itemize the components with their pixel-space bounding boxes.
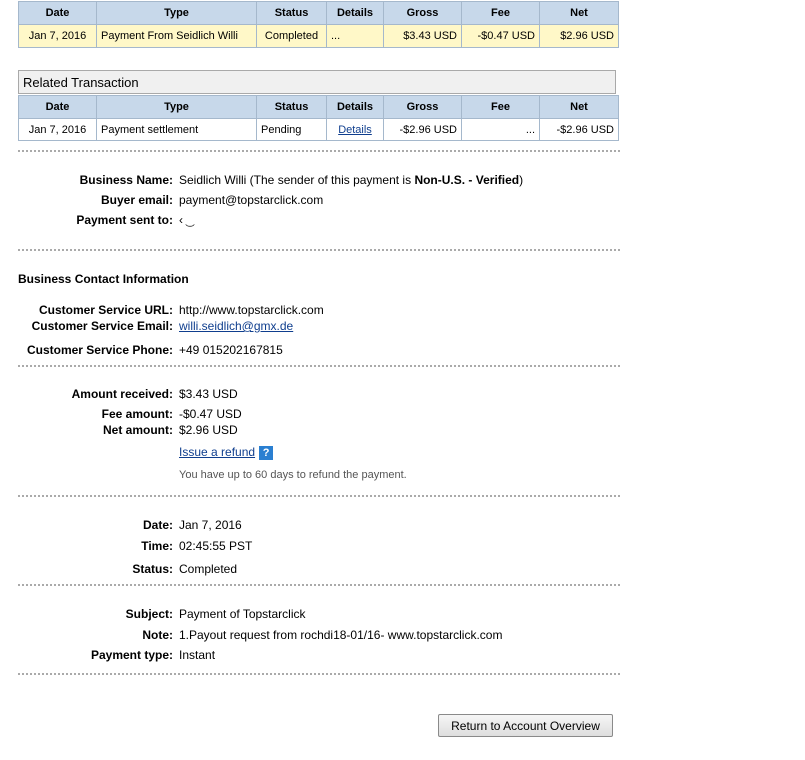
fee-amount-value: -$0.47 USD [179,407,242,421]
details-link[interactable]: Details [338,124,372,136]
payment-sent-to-label: Payment sent to: [76,213,173,227]
cell-details: Details [326,118,384,141]
payment-type-label: Payment type: [90,648,173,662]
col-header-type: Type [96,95,257,119]
divider [18,495,620,497]
fee-amount-label: Fee amount: [101,407,173,421]
verification-status: Non-U.S. - Verified [414,173,520,187]
amount-received-label: Amount received: [71,387,173,401]
cell-net: $2.96 USD [539,24,619,48]
table-header-row: Date Type Status Details Gross Fee Net [18,1,619,25]
divider [18,584,620,586]
col-header-date: Date [18,95,97,119]
cell-gross: -$2.96 USD [383,118,462,141]
cs-email-label: Customer Service Email: [31,319,173,333]
cs-phone-value: +49 015202167815 [179,343,283,357]
net-amount-label: Net amount: [103,423,173,437]
cell-status: Completed [256,24,327,48]
buyer-email-label: Buyer email: [100,193,173,207]
business-name-value: Seidlich Willi (The sender of this payme… [179,173,523,187]
cell-type: Payment settlement [96,118,257,141]
date-label: Date: [142,518,173,532]
note-value: 1.Payout request from rochdi18-01/16- ww… [179,628,503,642]
business-name-label: Business Name: [79,173,173,187]
cell-gross: $3.43 USD [383,24,462,48]
net-amount-value: $2.96 USD [179,423,238,437]
cell-fee: ... [461,118,540,141]
col-header-details: Details [326,1,384,25]
cs-url-value: http://www.topstarclick.com [179,303,324,317]
buyer-email-value: payment@topstarclick.com [179,193,324,207]
cs-phone-label: Customer Service Phone: [26,343,173,357]
time-value: 02:45:55 PST [179,539,253,553]
payment-sent-to-value: ‹ ͜ [179,213,187,227]
transaction-table: Date Type Status Details Gross Fee Net J… [18,1,619,48]
cs-url-label: Customer Service URL: [38,303,173,317]
refund-note: You have up to 60 days to refund the pay… [179,469,407,481]
status-value: Completed [179,562,238,576]
refund-container: Issue a refund? [179,445,274,460]
cell-details: ... [326,24,384,48]
amount-received-value: $3.43 USD [179,387,238,401]
help-icon[interactable]: ? [259,445,274,460]
col-header-net: Net [539,1,619,25]
col-header-gross: Gross [383,95,462,119]
col-header-status: Status [256,95,327,119]
col-header-gross: Gross [383,1,462,25]
col-header-date: Date [18,1,97,25]
divider [18,365,620,367]
time-label: Time: [141,539,173,553]
col-header-fee: Fee [461,95,540,119]
business-name-close: ) [519,173,524,187]
payment-type-value: Instant [179,648,216,662]
transaction-details-page: Date Type Status Details Gross Fee Net J… [0,0,805,760]
related-transaction-table: Date Type Status Details Gross Fee Net J… [18,95,619,141]
col-header-net: Net [539,95,619,119]
cell-date: Jan 7, 2016 [18,118,97,141]
subject-label: Subject: [125,607,173,621]
business-name-text: Seidlich Willi (The sender of this payme… [179,173,415,187]
cell-net: -$2.96 USD [539,118,619,141]
divider [18,249,620,251]
status-label: Status: [132,562,173,576]
cell-status: Pending [256,118,327,141]
subject-value: Payment of Topstarclick [179,607,306,621]
note-label: Note: [142,628,173,642]
return-to-account-overview-button[interactable]: Return to Account Overview [438,714,613,737]
table-header-row: Date Type Status Details Gross Fee Net [18,95,619,119]
cs-email-link[interactable]: willi.seidlich@gmx.de [179,319,293,333]
cell-type: Payment From Seidlich Willi [96,24,257,48]
related-transaction-title: Related Transaction [18,70,616,94]
divider [18,673,620,675]
table-row: Jan 7, 2016 Payment settlement Pending D… [18,118,619,141]
divider [18,150,620,152]
table-row: Jan 7, 2016 Payment From Seidlich Willi … [18,24,619,48]
col-header-details: Details [326,95,384,119]
contact-heading: Business Contact Information [18,272,189,286]
issue-refund-link[interactable]: Issue a refund [179,445,255,459]
date-value: Jan 7, 2016 [179,518,242,532]
cell-fee: -$0.47 USD [461,24,540,48]
cell-date: Jan 7, 2016 [18,24,97,48]
col-header-status: Status [256,1,327,25]
col-header-type: Type [96,1,257,25]
col-header-fee: Fee [461,1,540,25]
